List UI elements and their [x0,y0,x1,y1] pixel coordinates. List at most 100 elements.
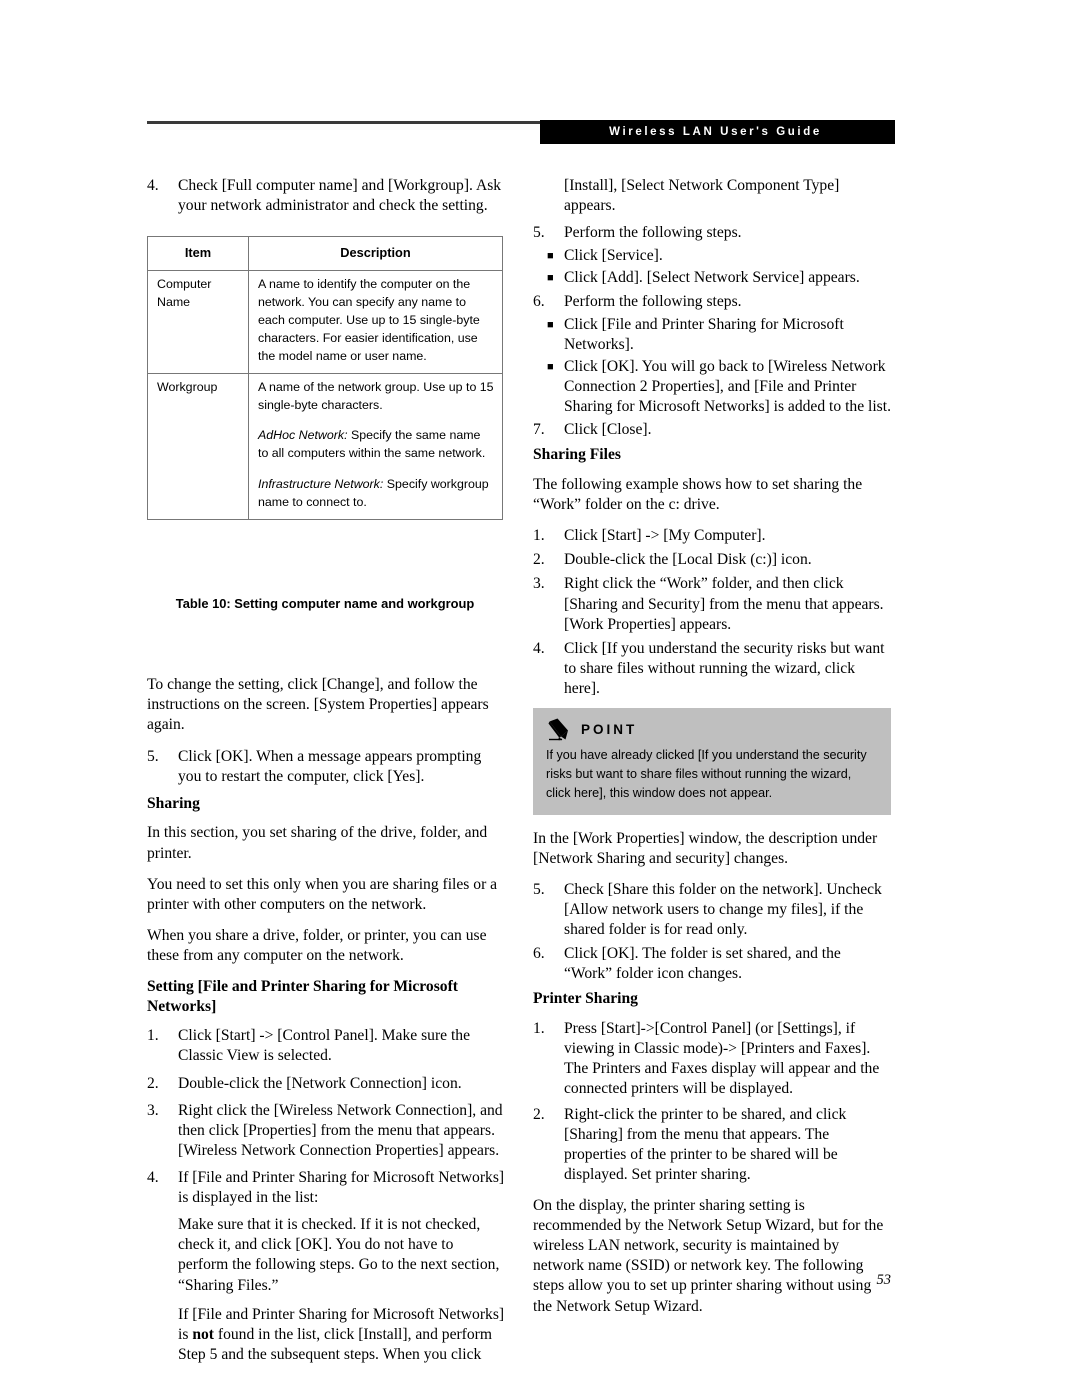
heading-printer-sharing: Printer Sharing [533,990,638,1008]
table-header-row: Item Description [147,235,503,272]
square-bullet-icon: ■ [547,250,554,263]
list-item-number: 1. [147,1027,159,1045]
pencil-icon [546,718,572,742]
list-item: 1. Click [Start] -> [My Computer]. [533,526,891,546]
text-fragment-b: found in the list, click [Install], and … [178,1325,492,1363]
list-item-text: Click [Start] -> [My Computer]. [564,527,766,545]
list-item-number: 1. [533,1020,545,1038]
list-item-number: 6. [533,945,545,963]
point-callout-box: POINT If you have already clicked [If yo… [533,708,891,815]
column-header-description: Description [248,235,503,272]
list-item-text: If [File and Printer Sharing for Microso… [178,1169,505,1207]
list-item-text: Press [Start]->[Control Panel] (or [Sett… [564,1020,880,1098]
list-item-text: Check [Share this folder on the network]… [564,880,882,939]
list-item: 4. Click [If you understand the security… [533,639,891,699]
header-banner: Wireless LAN User's Guide [540,120,895,144]
list-item-number: 3. [147,1101,159,1119]
list-item-number: 2. [147,1074,159,1092]
list-item: 4. If [File and Printer Sharing for Micr… [147,1168,505,1208]
bullet-item: ■ Click [File and Printer Sharing for Mi… [533,315,891,355]
paragraph-sharing-1: In this section, you set sharing of the … [147,824,488,862]
paragraph-change-setting: To change the setting, click [Change], a… [147,676,489,734]
table-setting-computer-name: Item Description Computer Name A name to… [147,235,503,520]
list-item-text: Right click the [Wireless Network Connec… [178,1101,503,1159]
list-item-text: Click [OK]. The folder is set shared, an… [564,945,841,983]
point-callout-header: POINT [546,718,878,742]
list-item: 2. Double-click the [Network Connection]… [147,1074,505,1094]
cell-description-workgroup: A name of the network group. Use up to 1… [248,372,503,520]
cell-paragraph: AdHoc Network: Specify the same name to … [258,427,494,463]
bullet-item-text: Click [File and Printer Sharing for Micr… [564,315,844,353]
list-item-text: Click [Close]. [564,421,652,439]
square-bullet-icon: ■ [547,318,554,331]
list-item: 7. Click [Close]. [533,420,891,440]
paragraph-work-properties-window: In the [Work Properties] window, the des… [533,829,878,867]
list-item-number: 4. [147,177,159,194]
list-item-number: 4. [533,639,545,657]
list-item-text: Check [Full computer name] and [Workgrou… [178,177,502,215]
cell-text: A name to identify the computer on the n… [258,277,480,363]
bullet-item-text: Click [OK]. You will go back to [Wireles… [564,357,891,416]
list-item-number: 4. [147,1169,159,1186]
paragraph-install-continuation: [Install], [Select Network Component Typ… [564,177,840,215]
list-item: 5. Perform the following steps. [533,223,891,243]
square-bullet-icon: ■ [547,360,554,373]
data-table: Item Description Computer Name A name to… [147,235,503,520]
column-header-item: Item [147,235,249,272]
paragraph-sharing-2: You need to set this only when you are s… [147,875,498,913]
table-caption: Table 10: Setting computer name and work… [175,596,475,611]
bullet-item: ■ Click [Service]. [533,246,891,266]
list-item-number: 2. [533,551,545,569]
cell-paragraph: Infrastructure Network: Specify workgrou… [258,476,494,512]
point-body-text: If you have already clicked [If you unde… [546,748,867,800]
text-emphasis-not: not [192,1325,214,1343]
list-item: 3. Right click the [Wireless Network Con… [147,1101,505,1161]
cell-item-workgroup: Workgroup [147,372,249,520]
cell-description-computer-name: A name to identify the computer on the n… [248,270,503,374]
list-item: 6. Perform the following steps. [533,292,891,312]
list-item-number: 1. [533,527,545,545]
list-item: 5. Check [Share this folder on the netwo… [533,880,891,940]
heading-sharing: Sharing [147,794,200,812]
cell-paragraph: A name to identify the computer on the n… [258,276,494,365]
paragraph-not-found-in-list: If [File and Printer Sharing for Microso… [178,1305,505,1365]
list-item-text: Right-click the printer to be shared, an… [564,1105,847,1183]
list-item: 5. Click [OK]. When a message appears pr… [147,747,505,787]
list-item: 1. Press [Start]->[Control Panel] (or [S… [533,1019,891,1099]
table-row: Computer Name A name to identify the com… [147,270,503,374]
cell-item-computer-name: Computer Name [147,270,249,374]
list-item: 1. Click [Start] -> [Control Panel]. Mak… [147,1026,505,1066]
list-item-text: Right click the “Work” folder, and then … [564,575,884,633]
cell-text: A name of the network group. Use up to 1… [258,379,494,412]
list-item-number: 7. [533,421,545,439]
document-title: Wireless LAN User's Guide [609,126,822,138]
page-number: 53 [876,1272,892,1288]
list-item: 6. Click [OK]. The folder is set shared,… [533,944,891,984]
cell-paragraph: A name of the network group. Use up to 1… [258,379,494,415]
bullet-item: ■ Click [OK]. You will go back to [Wirel… [533,357,891,417]
list-item: 2. Right-click the printer to be shared,… [533,1105,891,1185]
list-item-number: 2. [533,1105,545,1123]
list-item-number: 3. [533,575,545,593]
list-item: 2. Double-click the [Local Disk (c:)] ic… [533,550,891,570]
paragraph-sharing-3: When you share a drive, folder, or print… [147,926,487,964]
cell-lead-adhoc: AdHoc Network: [258,428,348,443]
list-item-number: 5. [533,224,545,242]
list-item-text: Double-click the [Local Disk (c:)] icon. [564,551,812,569]
paragraph-make-sure-checked: Make sure that it is checked. If it is n… [178,1216,500,1294]
list-item-text: Perform the following steps. [564,292,742,310]
list-item-number: 5. [147,747,159,765]
list-item-number: 6. [533,292,545,310]
heading-sharing-files: Sharing Files [533,446,621,464]
table-row: Workgroup A name of the network group. U… [147,372,503,520]
list-item-text: Click [If you understand the security ri… [564,639,885,697]
list-item-text: Double-click the [Network Connection] ic… [178,1074,462,1092]
paragraph-example-work-folder: The following example shows how to set s… [533,475,863,514]
list-item-text: Click [Start] -> [Control Panel]. Make s… [178,1027,471,1065]
square-bullet-icon: ■ [547,272,554,285]
heading-setting-file-printer-sharing: Setting [File and Printer Sharing for Mi… [147,978,458,1015]
point-label: POINT [581,722,638,738]
list-item-number: 5. [533,880,545,898]
list-item: 4. Check [Full computer name] and [Workg… [147,176,505,216]
bullet-item-text: Click [Add]. [Select Network Service] ap… [564,269,860,287]
